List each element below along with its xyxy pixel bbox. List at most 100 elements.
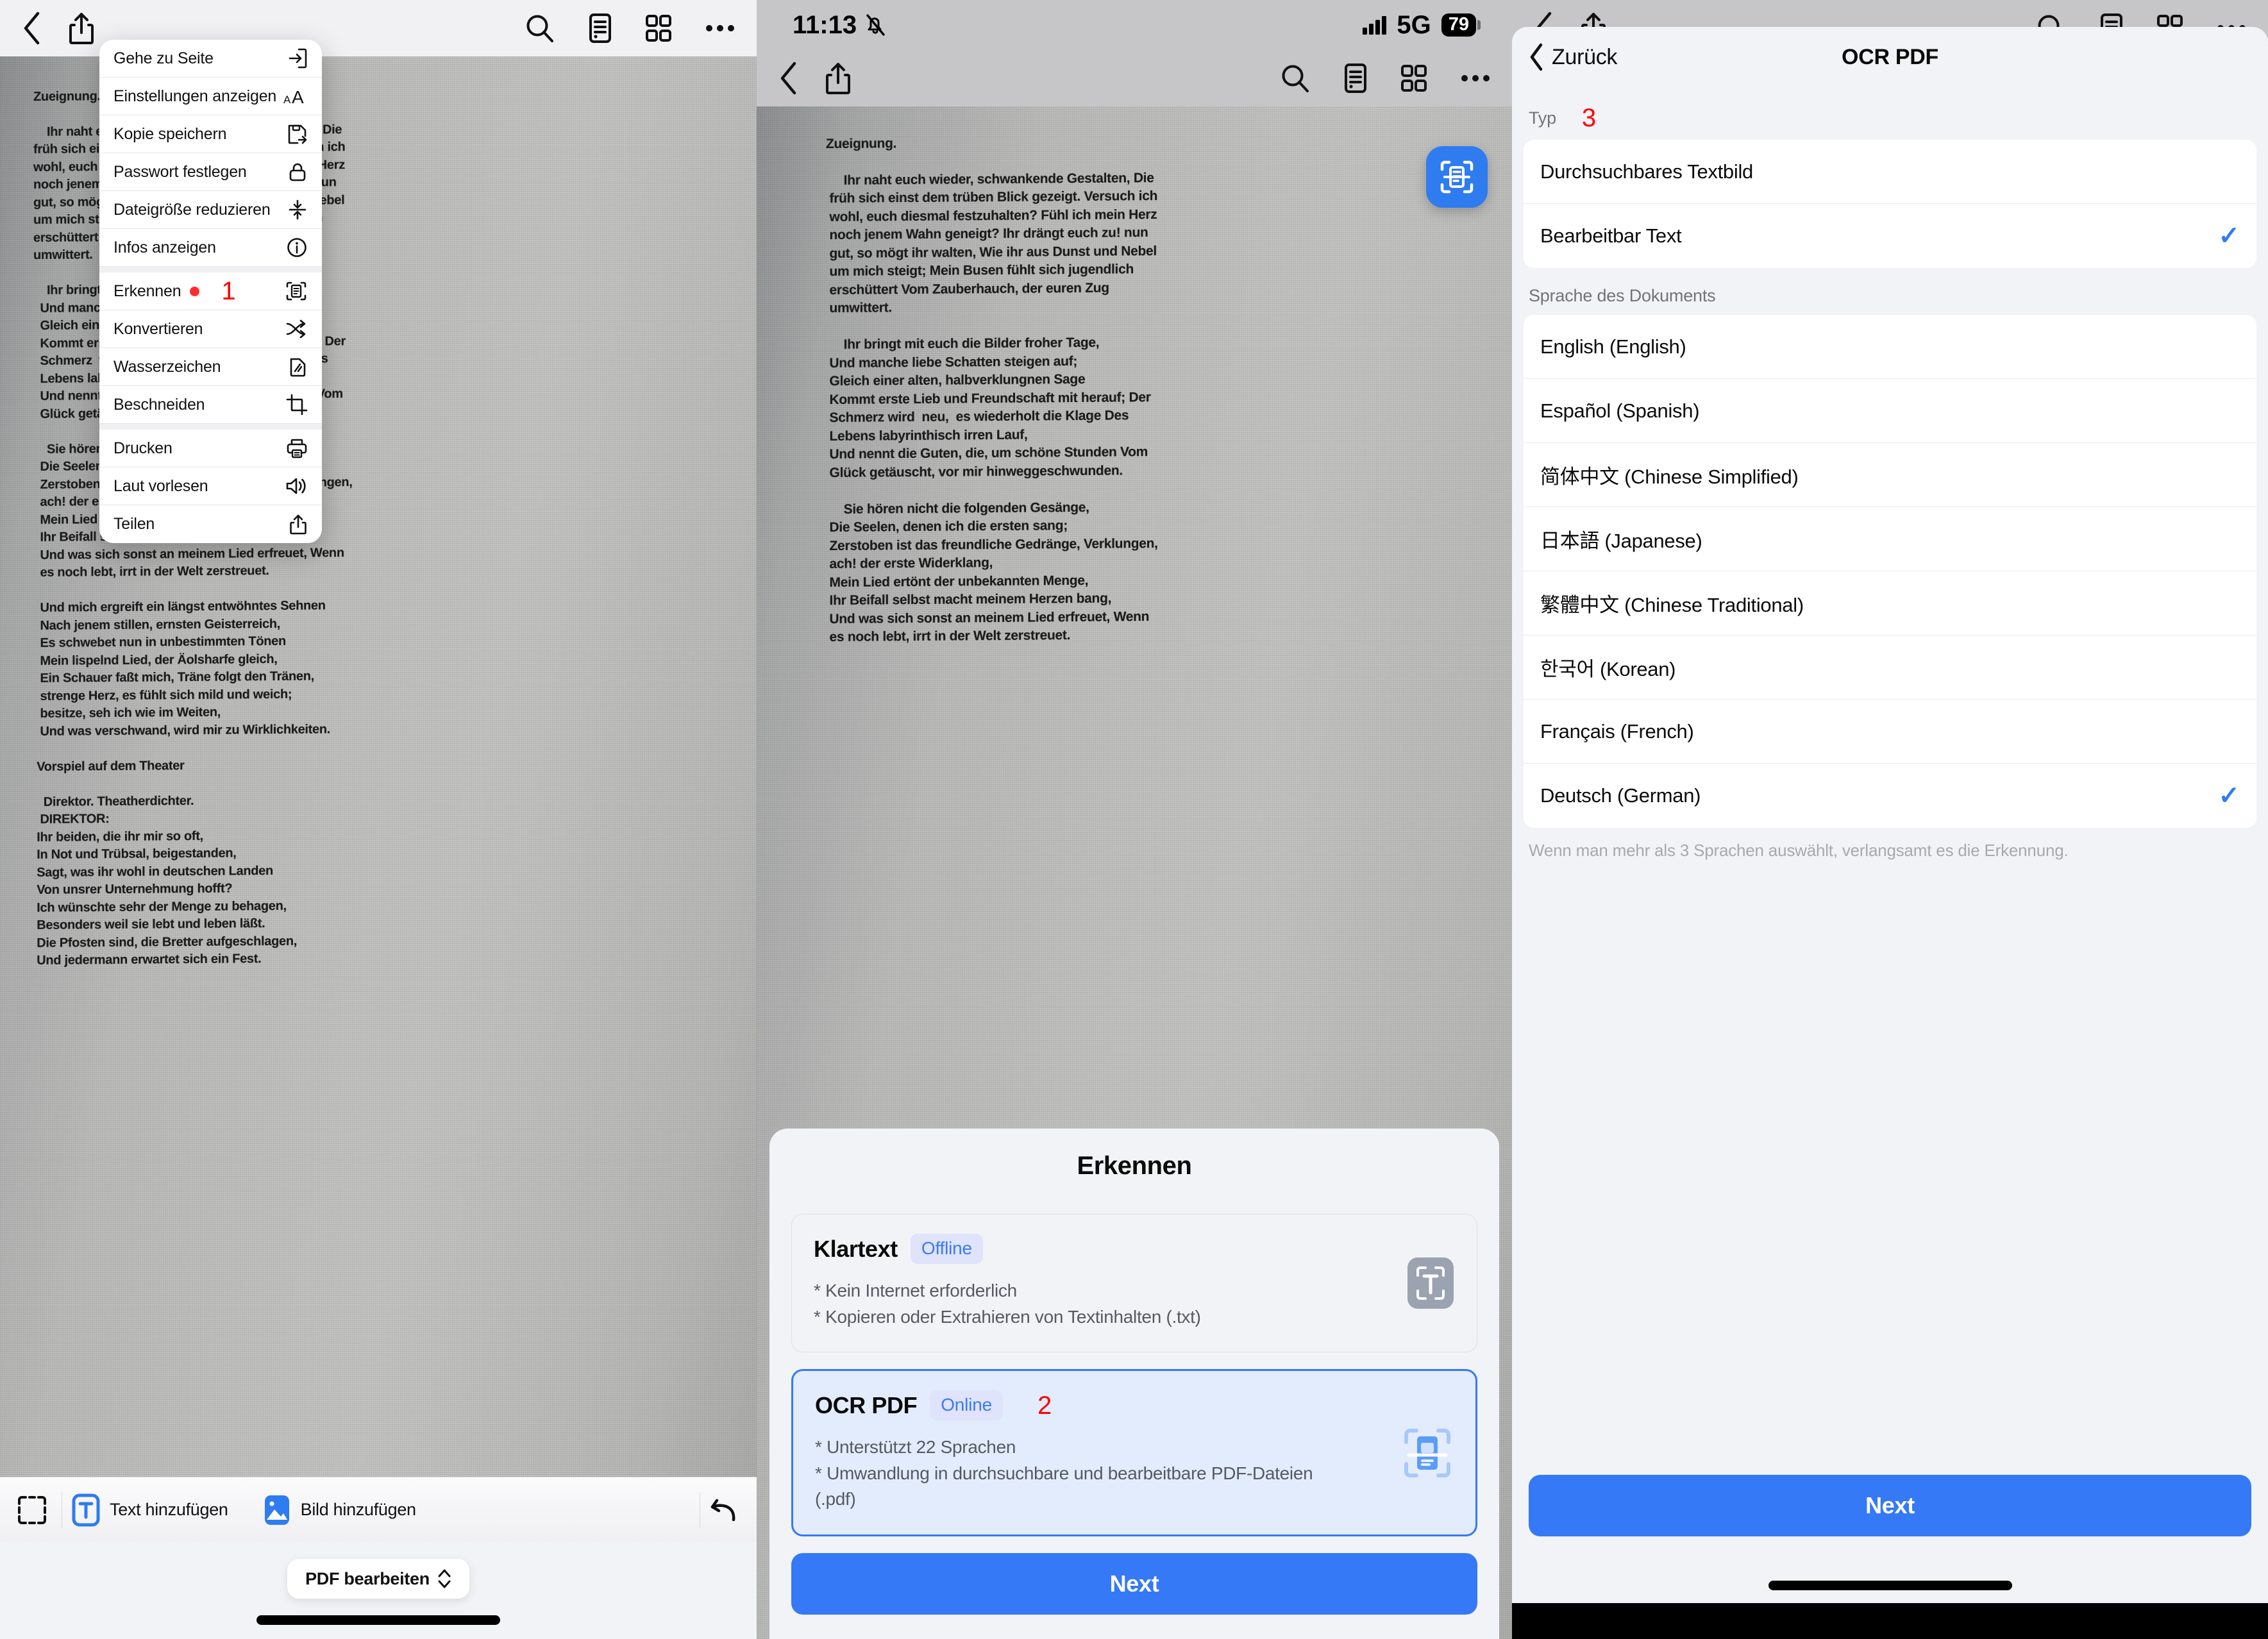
document-text-middle: Zueignung. Ihr naht euch wieder, schwank… (826, 135, 1158, 644)
outline-icon[interactable] (589, 13, 612, 44)
type-label: Bearbeitbar Text (1540, 224, 1682, 247)
watermark-icon (287, 356, 308, 378)
mode-selector-pill[interactable]: PDF bearbeiten (287, 1559, 469, 1599)
context-menu: Gehe zu Seite Einstellungen anzeigen AA … (99, 40, 322, 543)
info-icon (286, 237, 308, 258)
convert-icon (285, 318, 308, 340)
language-note: Wenn man mehr als 3 Sprachen auswählt, v… (1529, 841, 2069, 860)
text-scan-icon (1406, 1256, 1455, 1310)
option-title: Klartext (814, 1235, 898, 1262)
menu-item-reduce-filesize[interactable]: Dateigröße reduzieren (99, 191, 322, 229)
menu-separator (99, 267, 322, 273)
speaker-icon (285, 475, 308, 497)
grid-icon[interactable] (645, 14, 672, 42)
next-button[interactable]: Next (791, 1553, 1477, 1615)
undo-icon[interactable] (709, 1495, 741, 1525)
menu-item-set-password[interactable]: Passwort festlegen (99, 153, 322, 191)
type-row-searchable-image[interactable]: Durchsuchbares Textbild (1524, 140, 2256, 204)
add-text-icon (71, 1493, 101, 1527)
erkennen-sheet: Erkennen Klartext Offline * Kein Interne… (769, 1129, 1499, 1639)
menu-item-label: Konvertieren (113, 319, 203, 338)
language-row-english[interactable]: English (English) (1524, 315, 2256, 379)
outline-icon[interactable] (1344, 63, 1367, 94)
menu-item-crop[interactable]: Beschneiden (99, 386, 322, 424)
language-list: English (English) Español (Spanish) 简体中文… (1524, 315, 2256, 828)
language-label: Français (French) (1540, 719, 1694, 743)
printer-icon (286, 437, 308, 459)
back-label: Zurück (1552, 44, 1618, 69)
language-label: 简体中文 (Chinese Simplified) (1540, 466, 1799, 488)
option-title: OCR PDF (815, 1391, 918, 1418)
goto-page-icon (286, 47, 308, 69)
menu-item-label: Dateigröße reduzieren (113, 200, 271, 219)
type-row-editable-text[interactable]: Bearbeitbar Text ✓ (1524, 204, 2256, 268)
back-chevron-icon[interactable] (778, 62, 798, 95)
add-image-icon (262, 1493, 292, 1527)
grid-icon[interactable] (1400, 64, 1427, 92)
panel-middle: Zueignung. Ihr naht euch wieder, schwank… (757, 0, 1512, 1639)
crop-icon (286, 394, 308, 416)
menu-item-label: Wasserzeichen (113, 357, 221, 376)
type-label: Durchsuchbares Textbild (1540, 160, 1753, 183)
text-size-icon: AA (283, 85, 308, 107)
type-list: Durchsuchbares Textbild Bearbeitbar Text… (1524, 140, 2256, 268)
menu-item-print[interactable]: Drucken (99, 430, 322, 467)
option-description: * Kein Internet erforderlich * Kopieren … (814, 1281, 1201, 1327)
language-row-chinese-simplified[interactable]: 简体中文 (Chinese Simplified) (1524, 443, 2256, 507)
menu-item-erkennen[interactable]: Erkennen 1 (99, 273, 322, 310)
menu-item-share[interactable]: Teilen (99, 505, 322, 543)
panel-left: Zueignung. Ihr naht euch wieder, schwank… (0, 0, 757, 1639)
option-card-klartext[interactable]: Klartext Offline * Kein Internet erforde… (791, 1214, 1477, 1353)
search-icon[interactable] (1280, 63, 1311, 94)
language-row-french[interactable]: Français (French) (1524, 700, 2256, 764)
share-icon[interactable] (68, 11, 95, 46)
language-label: 한국어 (Korean) (1540, 658, 1676, 680)
three-panel-screenshot: Zueignung. Ihr naht euch wieder, schwank… (0, 0, 2268, 1639)
menu-item-label: Erkennen (113, 282, 181, 300)
network-label: 5G (1397, 10, 1431, 39)
home-indicator (256, 1615, 500, 1625)
share-icon[interactable] (825, 61, 852, 96)
search-icon[interactable] (525, 13, 555, 44)
menu-separator (99, 424, 322, 430)
menu-item-read-aloud[interactable]: Laut vorlesen (99, 467, 322, 505)
more-icon[interactable] (705, 24, 735, 33)
language-label: English (English) (1540, 335, 1686, 358)
add-image-button[interactable]: Bild hinzufügen (262, 1493, 416, 1527)
status-bar: 11:13 5G 79 (757, 0, 1512, 50)
type-section-label: Typ 3 (1512, 87, 2268, 140)
toolbar-middle (757, 50, 1512, 106)
menu-item-show-settings[interactable]: Einstellungen anzeigen AA (99, 78, 322, 115)
language-row-spanish[interactable]: Español (Spanish) (1524, 379, 2256, 443)
back-button[interactable]: Zurück (1529, 43, 1617, 71)
menu-item-label: Kopie speichern (113, 124, 227, 143)
language-label: 日本語 (Japanese) (1540, 530, 1702, 552)
share-icon (289, 514, 308, 535)
menu-item-goto-page[interactable]: Gehe zu Seite (99, 40, 322, 78)
option-badge: Offline (910, 1234, 983, 1265)
panel-right: Zurück OCR PDF Typ 3 Durchsuchbares Text… (1512, 0, 2268, 1639)
menu-item-show-info[interactable]: Infos anzeigen (99, 229, 322, 267)
menu-item-label: Laut vorlesen (113, 476, 208, 495)
menu-item-label: Einstellungen anzeigen (113, 87, 277, 105)
language-row-korean[interactable]: 한국어 (Korean) (1524, 635, 2256, 700)
option-description: * Unterstützt 22 Sprachen * Umwandlung i… (815, 1437, 1313, 1509)
more-icon[interactable] (1461, 74, 1490, 83)
option-card-ocr-pdf[interactable]: OCR PDF Online 2 * Unterstützt 22 Sprach… (791, 1369, 1477, 1536)
scan-fab-button[interactable] (1426, 146, 1488, 208)
add-image-label: Bild hinzufügen (300, 1500, 416, 1519)
menu-item-convert[interactable]: Konvertieren (99, 310, 322, 348)
menu-item-label: Drucken (113, 439, 172, 457)
language-row-chinese-traditional[interactable]: 繁體中文 (Chinese Traditional) (1524, 571, 2256, 635)
menu-item-save-copy[interactable]: Kopie speichern (99, 115, 322, 153)
svg-text:A: A (292, 87, 304, 107)
language-row-german[interactable]: Deutsch (German) ✓ (1524, 764, 2256, 828)
ocr-pdf-icon (1401, 1425, 1454, 1481)
back-chevron-icon[interactable] (22, 12, 41, 45)
language-row-japanese[interactable]: 日本語 (Japanese) (1524, 507, 2256, 571)
type-label-text: Typ (1529, 108, 1556, 128)
add-text-button[interactable]: Text hinzufügen (71, 1493, 228, 1527)
select-area-icon[interactable] (15, 1493, 49, 1527)
menu-item-watermark[interactable]: Wasserzeichen (99, 348, 322, 386)
next-button[interactable]: Next (1529, 1475, 2251, 1536)
